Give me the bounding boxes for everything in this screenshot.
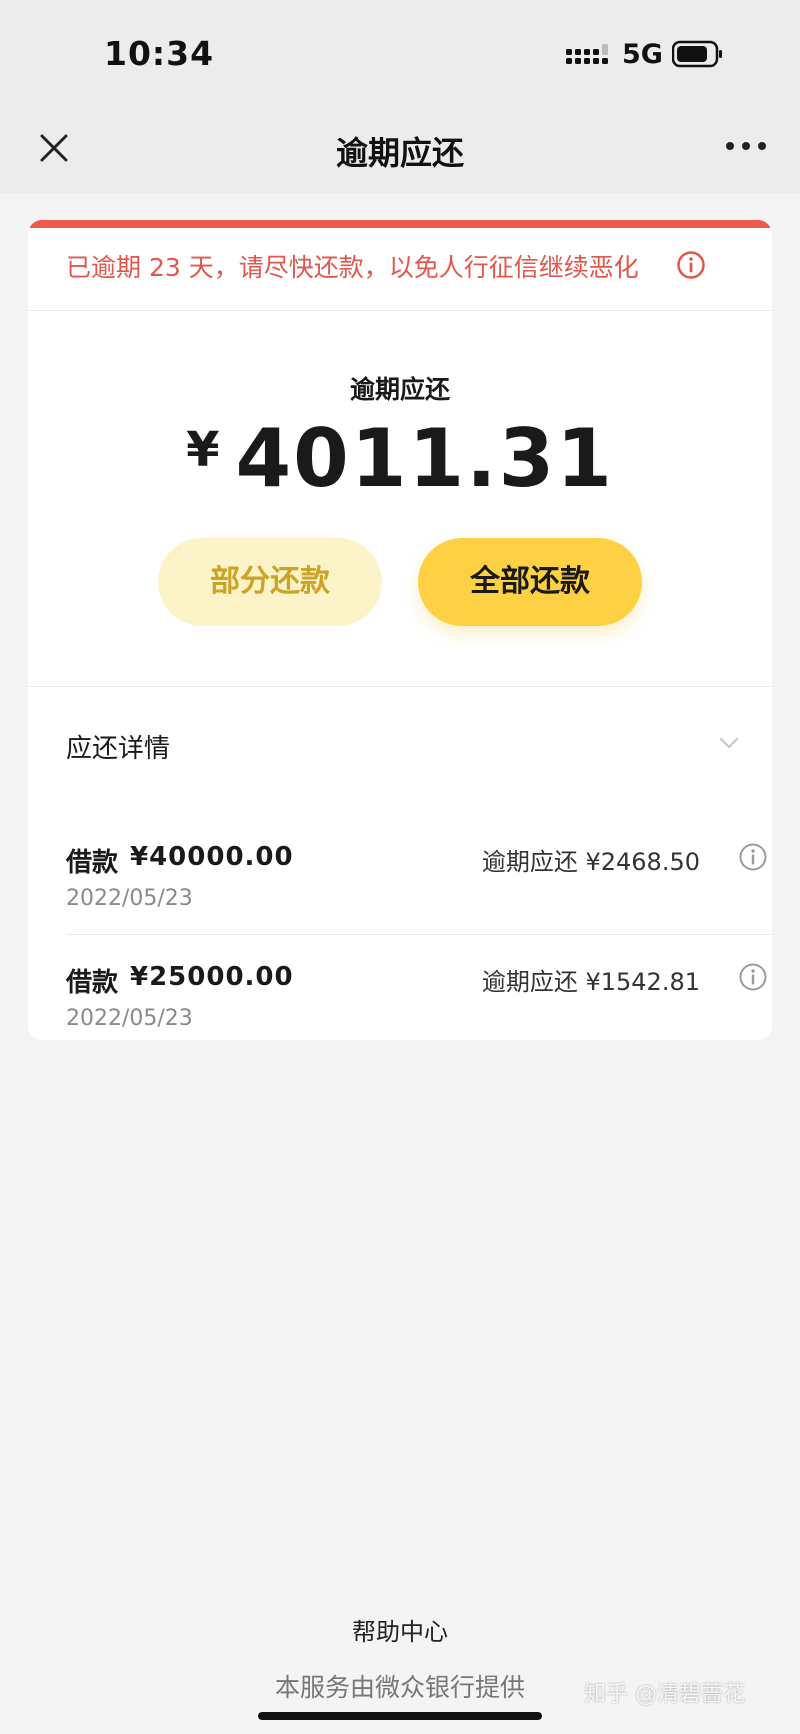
alert-stripe [28,220,772,228]
nav-bar: 逾期应还 [0,110,800,194]
loan-overdue-amount: 逾期应还 ¥2468.50 [481,848,700,876]
overdue-alert-text: 已逾期 23 天，请尽快还款，以免人行征信继续恶化 [66,253,639,282]
loan-amount: ¥40000.00 [130,842,294,872]
signal-icon [566,44,608,64]
info-icon[interactable] [738,962,768,992]
overdue-amount: 4011.31 [235,412,614,505]
divider [28,310,772,311]
info-icon[interactable] [676,250,706,280]
currency-symbol: ¥ [186,422,220,478]
loan-label: 借款 [66,848,119,878]
loan-amount: ¥25000.00 [130,962,294,992]
battery-icon [672,40,722,68]
full-repay-button[interactable]: 全部还款 [418,538,642,626]
loan-overdue-amount: 逾期应还 ¥1542.81 [481,968,700,996]
page-title: 逾期应还 [335,134,464,172]
loan-row[interactable]: 借款 ¥40000.00 2022/05/23 逾期应还 ¥2468.50 [66,814,772,924]
divider [66,934,772,935]
repayment-card: 已逾期 23 天，请尽快还款，以免人行征信继续恶化 逾期应还 ¥4011.31 … [28,220,772,1040]
divider [28,686,772,687]
watermark: 知乎 @清碧蔷花 [584,1682,745,1707]
network-type: 5G [622,39,663,70]
info-icon[interactable] [738,842,768,872]
more-dots-icon[interactable] [724,136,768,156]
help-center-link[interactable]: 帮助中心 [0,1612,800,1647]
amount-display: ¥4011.31 [28,412,772,505]
home-indicator[interactable] [258,1712,542,1720]
status-bar: 10:34 5G [0,0,800,110]
loan-date: 2022/05/23 [66,1006,193,1031]
loan-label: 借款 [66,968,119,998]
loan-row[interactable]: 借款 ¥25000.00 2022/05/23 逾期应还 ¥1542.81 [66,934,772,1040]
chevron-down-icon[interactable] [718,736,740,750]
loan-date: 2022/05/23 [66,886,193,911]
status-time: 10:34 [104,34,215,73]
amount-label: 逾期应还 [349,375,450,404]
partial-repay-button[interactable]: 部分还款 [158,538,382,626]
details-header[interactable]: 应还详情 [66,728,170,765]
